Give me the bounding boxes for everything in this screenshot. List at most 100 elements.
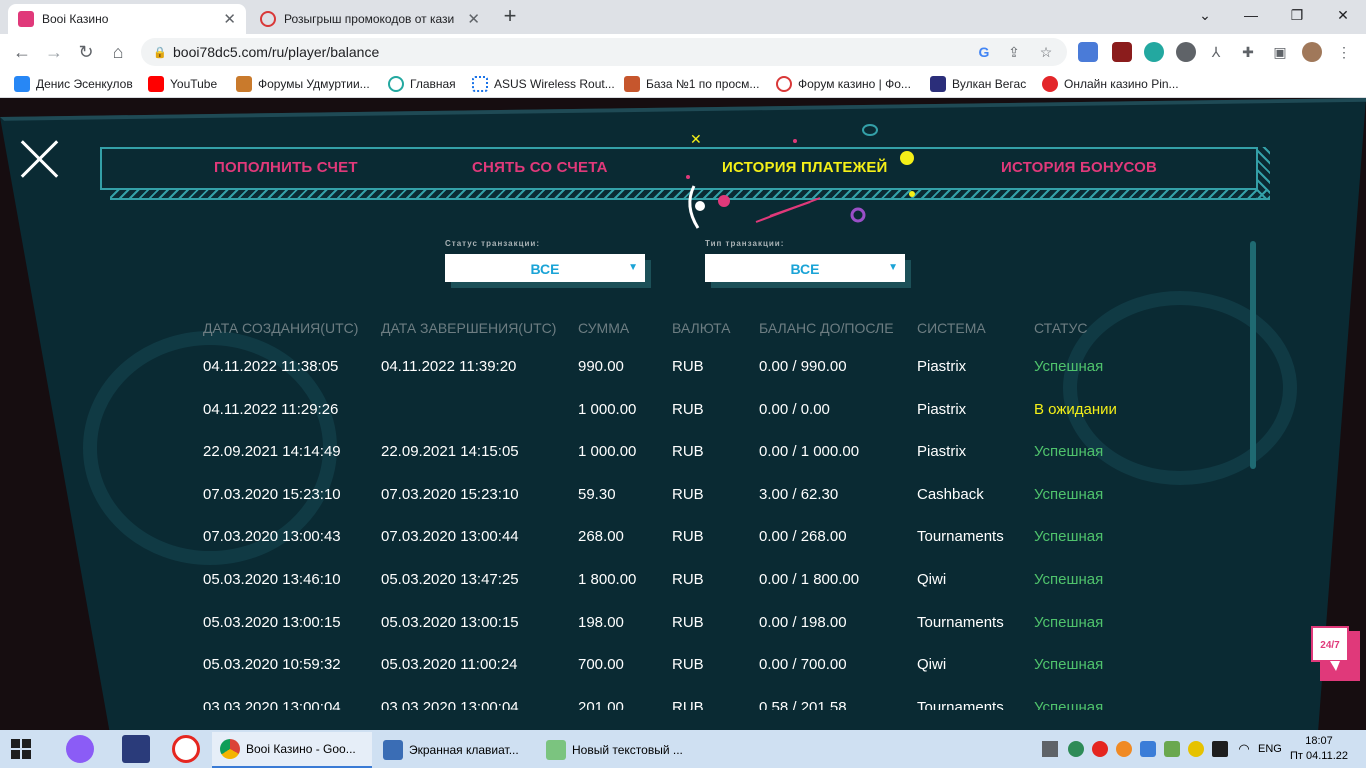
yandex-browser-icon[interactable] — [172, 735, 200, 763]
cell-status: Успешная — [1034, 358, 1104, 375]
url-text: booi78dc5.com/ru/player/balance — [173, 44, 380, 60]
cell-completed-date: 03.03.2020 13:00:04 — [381, 698, 519, 710]
cell-currency: RUB — [672, 656, 704, 674]
cell-balance: 0.00 / 700.00 — [759, 656, 847, 674]
translate-extension-icon[interactable] — [1078, 42, 1098, 62]
bookmark-udmurt-forums[interactable]: Форумы Удмуртии... — [236, 76, 370, 92]
tray-speedometer-icon[interactable] — [1068, 741, 1084, 757]
clock-date: Пт 04.11.22 — [1290, 750, 1349, 762]
extensions-puzzle-icon[interactable]: ✚ — [1238, 42, 1258, 62]
cell-created-date: 05.03.2020 13:46:10 — [203, 571, 341, 588]
side-panel-icon[interactable]: ▣ — [1270, 42, 1290, 62]
menu-icon[interactable]: ⋮ — [1334, 42, 1354, 62]
windows-taskbar: Booi Казино - Goo... Экранная клавиат...… — [0, 730, 1366, 768]
profile-avatar[interactable] — [1302, 42, 1322, 62]
cell-created-date: 07.03.2020 15:23:10 — [203, 485, 341, 503]
cell-balance: 3.00 / 62.30 — [759, 485, 839, 503]
bookmark-main[interactable]: Главная — [388, 76, 456, 92]
cell-currency: RUB — [672, 698, 704, 710]
vulkan-icon — [930, 76, 946, 92]
cell-created-date: 07.03.2020 13:00:43 — [203, 528, 341, 546]
floppy-save-icon[interactable] — [122, 735, 150, 763]
tab-booi-casino[interactable]: Booi Казино ✕ — [8, 4, 246, 34]
taskbar-app-chrome[interactable]: Booi Казино - Goo... — [212, 732, 372, 768]
tab-title: Booi Казино — [42, 12, 109, 26]
cell-created-date: 03.03.2020 13:00:04 — [203, 698, 341, 710]
wifi-icon[interactable]: ◠ — [1236, 741, 1252, 757]
vpn-extension-icon[interactable] — [1144, 42, 1164, 62]
booi-favicon-icon — [18, 11, 34, 27]
bookmark-database[interactable]: База №1 по просм... — [624, 76, 759, 92]
acrobat-extension-icon[interactable]: ⅄ — [1206, 42, 1226, 62]
bookmark-pin-up[interactable]: Онлайн казино Pin... — [1042, 76, 1179, 92]
cell-completed-date: 04.11.2022 11:39:20 — [381, 358, 517, 375]
bookmark-star-icon[interactable]: ☆ — [1036, 42, 1056, 62]
tray-app-icon[interactable] — [1140, 741, 1156, 757]
address-bar[interactable]: 🔒 booi78dc5.com/ru/player/balance — [141, 38, 1067, 66]
tray-app-icon[interactable] — [1042, 741, 1058, 757]
cell-balance: 0.00 / 1 800.00 — [759, 571, 860, 588]
support-chat-button[interactable]: 24/7 — [1310, 625, 1362, 685]
cell-balance: 0.00 / 990.00 — [759, 358, 847, 375]
bookmark-youtube[interactable]: YouTube — [148, 76, 217, 92]
cell-balance: 0.00 / 198.00 — [759, 613, 847, 631]
tray-yandex-icon[interactable] — [1092, 741, 1108, 757]
cell-balance: 0.00 / 268.00 — [759, 528, 847, 546]
bookmark-vk[interactable]: Денис Эсенкулов — [14, 76, 133, 92]
home-icon[interactable]: ⌂ — [106, 40, 130, 64]
cell-status: Успешная — [1034, 571, 1104, 588]
maximize-button[interactable]: ❐ — [1274, 0, 1320, 30]
cell-amount: 1 000.00 — [578, 443, 637, 461]
alice-assistant-icon[interactable] — [66, 735, 94, 763]
cell-created-date: 22.09.2021 14:14:49 — [203, 443, 341, 461]
cell-currency: RUB — [672, 443, 704, 461]
cell-amount: 990.00 — [578, 358, 624, 375]
close-window-button[interactable]: ✕ — [1320, 0, 1366, 30]
cell-completed-date: 05.03.2020 13:00:15 — [381, 613, 519, 631]
cell-completed-date: 07.03.2020 13:00:44 — [381, 528, 519, 546]
tray-app-icon[interactable] — [1164, 741, 1180, 757]
tray-plus-icon[interactable] — [1188, 741, 1204, 757]
reload-icon[interactable]: ↻ — [74, 40, 98, 64]
cell-system: Piastrix — [917, 443, 967, 461]
bookmark-casino-forum[interactable]: Форум казино | Фо... — [776, 76, 911, 92]
cell-completed-date: 07.03.2020 15:23:10 — [381, 485, 519, 503]
cell-balance: 0.00 / 1 000.00 — [759, 443, 860, 461]
tray-odnoklassniki-icon[interactable] — [1116, 741, 1132, 757]
close-tab-icon[interactable]: ✕ — [223, 10, 236, 28]
extension-icon[interactable] — [1176, 42, 1196, 62]
close-tab-icon[interactable]: ✕ — [467, 10, 480, 28]
minimize-button[interactable]: — — [1228, 0, 1274, 30]
back-icon[interactable]: ← — [10, 40, 34, 64]
cell-amount: 700.00 — [578, 656, 624, 674]
cell-currency: RUB — [672, 571, 704, 588]
language-indicator[interactable]: ENG — [1258, 741, 1284, 757]
new-tab-button[interactable]: + — [498, 5, 522, 29]
scrollbar[interactable] — [1250, 241, 1256, 469]
share-icon[interactable]: ⇪ — [1004, 42, 1024, 62]
chrome-icon — [220, 739, 240, 759]
browser-toolbar: ← → ↻ ⌂ 🔒 booi78dc5.com/ru/player/balanc… — [0, 34, 1366, 70]
google-translate-icon[interactable]: G — [974, 42, 994, 62]
taskbar-app-keyboard[interactable]: Экранная клавиат... — [375, 732, 535, 768]
cell-status: В ожидании — [1034, 400, 1117, 418]
cell-completed-date: 05.03.2020 13:47:25 — [381, 571, 519, 588]
bookmark-asus-router[interactable]: ASUS Wireless Rout... — [472, 76, 615, 92]
battery-icon[interactable] — [1212, 741, 1228, 757]
cell-status: Успешная — [1034, 613, 1104, 631]
cell-system: Piastrix — [917, 400, 967, 418]
vk-icon — [14, 76, 30, 92]
bookmark-vulkan-vegas[interactable]: Вулкан Вегас — [930, 76, 1026, 92]
keyboard-icon — [383, 740, 403, 760]
clock[interactable]: 18:07 Пт 04.11.22 — [1290, 734, 1348, 764]
tab-promo-draw[interactable]: Розыгрыш промокодов от кази ✕ — [250, 4, 490, 34]
taskbar-app-notepad[interactable]: Новый текстовый ... — [538, 732, 688, 768]
ublock-extension-icon[interactable] — [1112, 42, 1132, 62]
cell-status: Успешная — [1034, 656, 1104, 674]
forward-icon[interactable]: → — [42, 40, 66, 64]
tab-search-icon[interactable]: ⌄ — [1182, 0, 1228, 30]
cell-status: Успешная — [1034, 698, 1104, 710]
lock-icon: 🔒 — [153, 47, 167, 59]
windows-start-icon[interactable] — [10, 738, 32, 760]
youtube-icon — [148, 76, 164, 92]
